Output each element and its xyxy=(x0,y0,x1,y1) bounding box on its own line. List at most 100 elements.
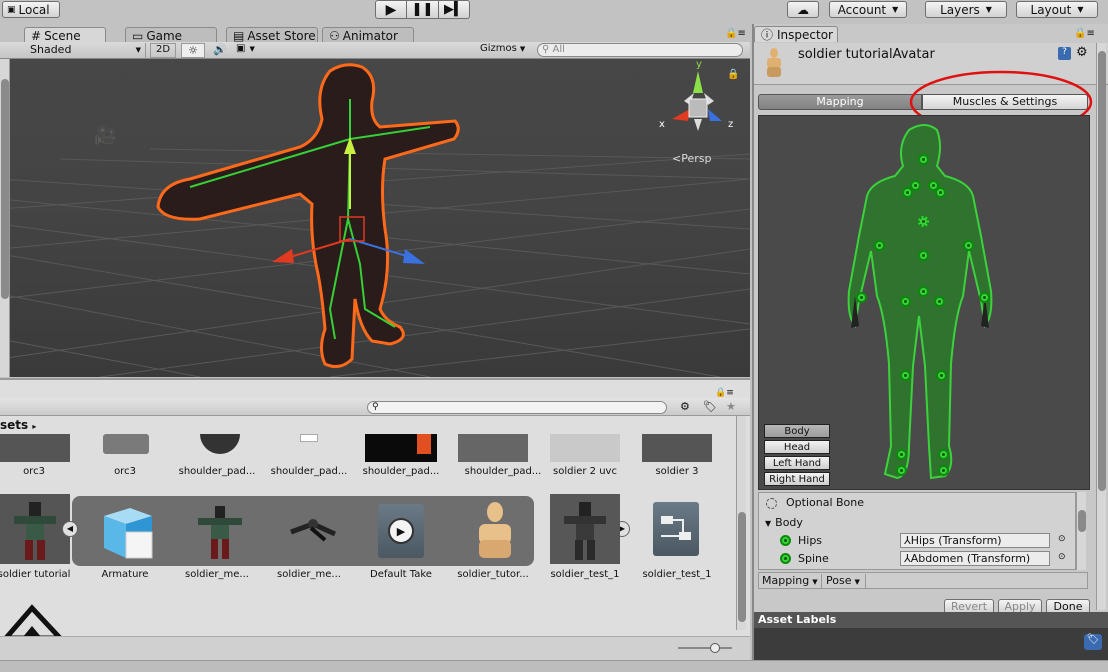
thumb-default-take[interactable]: ▶ xyxy=(378,504,424,558)
bone-right-upper-leg-dot[interactable] xyxy=(934,296,945,307)
layout-dropdown[interactable]: Layout ▼ xyxy=(1016,1,1098,18)
scrollbar-thumb[interactable] xyxy=(1098,51,1106,491)
object-picker-icon[interactable]: ⊙ xyxy=(1058,552,1066,562)
scrollbar-thumb[interactable] xyxy=(1078,510,1086,532)
local-button[interactable]: ▣ Local xyxy=(2,1,60,18)
tab-mapping[interactable]: Mapping xyxy=(758,94,922,110)
scene-viewport[interactable]: 🎥 y x z <Persp 🔒 xyxy=(0,59,750,377)
inspector-scrollbar[interactable] xyxy=(1096,43,1106,610)
thumb-armature[interactable] xyxy=(96,502,156,562)
bone-right-shoulder-dot[interactable] xyxy=(935,187,946,198)
object-picker-icon[interactable]: ⊙ xyxy=(1058,534,1066,544)
bone-spine-dot[interactable] xyxy=(918,250,929,261)
thumb-soldier-mesh-b[interactable] xyxy=(283,502,343,562)
thumb-shoulder-pad-c[interactable] xyxy=(365,434,437,462)
bone-left-upper-leg-dot[interactable] xyxy=(900,296,911,307)
pose-dropdown[interactable]: Pose ▼ xyxy=(826,574,866,588)
gizmos-dropdown[interactable]: Gizmos ▼ xyxy=(480,43,532,58)
thumb-soldier-tutor-avatar[interactable] xyxy=(470,500,520,560)
left-hand-button[interactable]: Left Hand xyxy=(764,456,830,470)
bone-left-lower-arm-dot[interactable] xyxy=(900,370,911,381)
thumb-shoulder-pad-b[interactable] xyxy=(300,434,318,442)
tab-animator[interactable]: ⚇ Animator xyxy=(322,27,414,43)
thumb-soldier-test-1-a[interactable] xyxy=(550,494,620,564)
thumb-soldier-mesh-a[interactable] xyxy=(190,502,250,562)
bone-name: Hips xyxy=(798,534,823,547)
bone-left-upper-arm-dot[interactable] xyxy=(874,240,885,251)
project-menu-icon[interactable]: 🔒≡ xyxy=(715,388,734,398)
body-section-label: Body xyxy=(775,516,803,529)
hips-transform-field[interactable]: ⅄Hips (Transform) xyxy=(900,533,1050,548)
bone-left-hand-dot[interactable] xyxy=(856,292,867,303)
filter-type-icon[interactable]: ⚙ xyxy=(680,400,690,413)
breadcrumb[interactable]: sets ▸ xyxy=(0,418,36,432)
spine-transform-field[interactable]: ⅄Abdomen (Transform) xyxy=(900,551,1050,566)
bone-head-dot[interactable] xyxy=(918,154,929,165)
2d-toggle[interactable]: 2D xyxy=(150,43,176,58)
projection-label[interactable]: <Persp xyxy=(672,152,711,165)
thumb-soldier-tutorial[interactable] xyxy=(0,494,70,564)
favorite-icon[interactable]: ★ xyxy=(726,400,736,413)
scene-search-input[interactable]: ⚲ All xyxy=(537,43,743,57)
layers-dropdown[interactable]: Layers ▼ xyxy=(925,1,1007,18)
right-hand-button[interactable]: Right Hand xyxy=(764,472,830,486)
asset-labels-header[interactable]: Asset Labels xyxy=(754,612,1108,628)
bone-right-upper-arm-dot[interactable] xyxy=(963,240,974,251)
thumb-orc3-b[interactable] xyxy=(103,434,149,454)
play-button[interactable]: ▶ xyxy=(375,0,407,19)
bone-left-toe-dot[interactable] xyxy=(896,465,907,476)
bone-left-foot-dot[interactable] xyxy=(896,449,907,460)
bone-chest-dot[interactable] xyxy=(918,216,929,227)
tag-icon[interactable]: 🏷 xyxy=(1084,634,1102,650)
bone-right-foot-dot[interactable] xyxy=(938,449,949,460)
help-icon[interactable]: ? xyxy=(1058,47,1071,60)
body-button[interactable]: Body xyxy=(764,424,830,438)
bone-row-hips[interactable]: Hips ⅄Hips (Transform) ⊙ xyxy=(778,533,1074,549)
lock-icon[interactable]: 🔒 xyxy=(727,69,739,80)
bone-right-lower-arm-dot[interactable] xyxy=(936,370,947,381)
shading-dropdown[interactable]: Shaded ▼ xyxy=(26,43,146,58)
body-section-header[interactable]: ▼ Body xyxy=(765,516,803,529)
thumb-soldier-3[interactable] xyxy=(642,434,712,462)
bone-list-scrollbar[interactable] xyxy=(1076,492,1086,570)
axis-gizmo[interactable]: y x z <Persp xyxy=(659,59,742,175)
cloud-button[interactable]: ☁ xyxy=(787,1,819,18)
pause-button[interactable]: ❚❚ xyxy=(406,0,439,19)
account-dropdown[interactable]: Account ▼ xyxy=(829,1,907,18)
bone-right-hand-dot[interactable] xyxy=(979,292,990,303)
lighting-toggle[interactable]: ☼ xyxy=(181,43,205,58)
tab-game[interactable]: ▭ Game xyxy=(125,27,217,43)
thumbnail-size-slider[interactable] xyxy=(678,643,732,653)
camera-icon[interactable]: 🎥 xyxy=(94,125,116,146)
bone-row-spine[interactable]: Spine ⅄Abdomen (Transform) ⊙ xyxy=(778,551,1074,567)
inspector-menu-icon[interactable]: 🔒≡ xyxy=(1074,28,1095,39)
bone-right-toe-dot[interactable] xyxy=(938,465,949,476)
scrollbar-thumb[interactable] xyxy=(1,79,9,299)
head-button[interactable]: Head xyxy=(764,440,830,454)
label-filter-icon[interactable]: 🏷 xyxy=(703,400,717,413)
scene-panel-menu-icon[interactable]: 🔒≡ xyxy=(725,28,746,39)
thumb-orc3-a[interactable] xyxy=(0,434,70,462)
project-scrollbar[interactable] xyxy=(736,416,746,630)
thumb-soldier-2-uvc[interactable] xyxy=(550,434,620,462)
thumb-shoulder-pad-a[interactable] xyxy=(200,434,240,454)
gear-icon[interactable]: ⚙ xyxy=(1076,45,1088,60)
mapping-dropdown[interactable]: Mapping ▼ xyxy=(762,574,822,588)
tab-inspector[interactable]: ⓘ Inspector xyxy=(754,26,838,42)
bone-left-shoulder-dot[interactable] xyxy=(902,187,913,198)
thumb-soldier-test-1-b[interactable] xyxy=(653,502,699,556)
soldier-model[interactable] xyxy=(0,59,750,377)
scene-scrollbar[interactable] xyxy=(0,59,10,377)
project-search-input[interactable]: ⚲ xyxy=(367,401,667,414)
collapse-left-button[interactable]: ◀ xyxy=(62,521,78,537)
chevron-down-icon: ▼ xyxy=(812,578,818,586)
tab-asset-store[interactable]: ▤ Asset Store xyxy=(226,27,318,43)
slider-handle[interactable] xyxy=(710,643,720,653)
scrollbar-thumb[interactable] xyxy=(738,512,746,622)
step-button[interactable]: ▶▍ xyxy=(438,0,470,19)
thumb-shoulder-pad-d[interactable] xyxy=(458,434,528,462)
audio-toggle[interactable]: 🔊 xyxy=(208,43,232,58)
bone-hips-dot[interactable] xyxy=(918,286,929,297)
effects-dropdown[interactable]: ▣ ▼ xyxy=(236,43,272,58)
tab-scene[interactable]: # Scene xyxy=(24,27,106,43)
